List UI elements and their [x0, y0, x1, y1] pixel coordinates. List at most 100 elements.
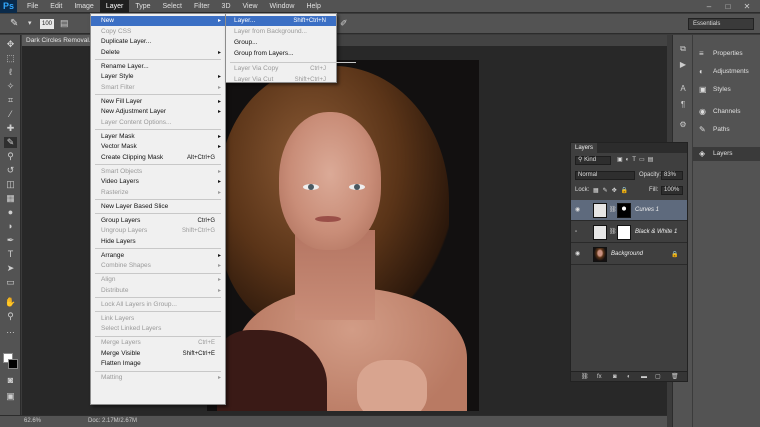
- menu-item-layer-via-cut[interactable]: Layer Via Cut Shift+Ctrl+J: [226, 75, 336, 85]
- close-button[interactable]: ✕: [740, 0, 754, 13]
- eraser-tool-icon[interactable]: ◫: [4, 179, 17, 190]
- adjustment-icon[interactable]: ◐: [627, 372, 631, 382]
- crop-tool-icon[interactable]: ⌗: [4, 95, 17, 106]
- menu-item-layer-style[interactable]: Layer Style ▸: [91, 72, 225, 82]
- workspace-select[interactable]: Essentials: [688, 18, 754, 30]
- new-layer-icon[interactable]: ▢: [655, 372, 661, 382]
- layer-row-background[interactable]: ◉ Background 🔒: [571, 244, 687, 265]
- mask-icon[interactable]: ◙: [613, 372, 617, 382]
- menu-item-rename-layer[interactable]: Rename Layer...: [91, 62, 225, 72]
- lasso-tool-icon[interactable]: ℓ: [4, 67, 17, 78]
- brush-panel-icon[interactable]: ▤: [60, 18, 69, 29]
- menu-filter[interactable]: Filter: [188, 0, 216, 13]
- menu-layer[interactable]: Layer: [99, 0, 130, 13]
- paragraph-icon[interactable]: ¶: [677, 99, 689, 111]
- blend-mode-select[interactable]: Normal: [575, 171, 635, 180]
- menu-item-layer[interactable]: Layer... Shift+Ctrl+N: [226, 16, 336, 26]
- panel-button-properties[interactable]: ≡ Properties: [693, 47, 760, 61]
- path-select-tool-icon[interactable]: ➤: [4, 263, 17, 274]
- tool-presets-icon[interactable]: ⚙: [677, 119, 689, 131]
- gradient-tool-icon[interactable]: ▦: [4, 193, 17, 204]
- menu-item-group[interactable]: Group...: [226, 38, 336, 48]
- menu-item-merge-layers[interactable]: Merge Layers Ctrl+E: [91, 338, 225, 348]
- fx-icon[interactable]: fx: [597, 372, 602, 382]
- menu-item-create-clipping-mask[interactable]: Create Clipping Mask Alt+Ctrl+G: [91, 153, 225, 163]
- visibility-off-icon[interactable]: ▫: [575, 229, 582, 235]
- background-color-swatch[interactable]: [8, 359, 18, 369]
- eyedropper-tool-icon[interactable]: ⁄: [4, 109, 17, 120]
- menu-item-group-from-layers[interactable]: Group from Layers...: [226, 49, 336, 59]
- menu-item-new-adjustment-layer[interactable]: New Adjustment Layer ▸: [91, 107, 225, 117]
- portrait-photo[interactable]: [207, 60, 479, 411]
- screen-mode-icon[interactable]: ▣: [4, 391, 17, 402]
- hand-tool-icon[interactable]: ✋: [4, 297, 17, 308]
- type-tool-icon[interactable]: T: [4, 249, 17, 260]
- menu-item-rasterize[interactable]: Rasterize ▸: [91, 188, 225, 198]
- panel-button-styles[interactable]: ▣ Styles: [693, 83, 760, 97]
- opacity-field[interactable]: 83%: [661, 171, 683, 180]
- panel-button-channels[interactable]: ◉ Channels: [693, 105, 760, 119]
- menu-item-smart-objects[interactable]: Smart Objects ▸: [91, 167, 225, 177]
- marquee-tool-icon[interactable]: ⬚: [4, 53, 17, 64]
- document-tab[interactable]: Dark Circles Removal...: [22, 35, 92, 46]
- clone-stamp-tool-icon[interactable]: ⚲: [4, 151, 17, 162]
- more-tools-icon[interactable]: …: [4, 325, 17, 336]
- menu-file[interactable]: File: [21, 0, 44, 13]
- adjustment-thumbnail-icon[interactable]: [593, 203, 607, 218]
- brush-preset-icon[interactable]: ▾: [28, 19, 32, 27]
- menu-item-merge-visible[interactable]: Merge Visible Shift+Ctrl+E: [91, 349, 225, 359]
- minimize-button[interactable]: –: [702, 0, 716, 13]
- menu-window[interactable]: Window: [264, 0, 301, 13]
- zoom-tool-icon[interactable]: ⚲: [4, 311, 17, 322]
- menu-item-copy-css[interactable]: Copy CSS: [91, 27, 225, 37]
- mask-link-icon[interactable]: ⛓: [609, 206, 617, 213]
- menu-view[interactable]: View: [237, 0, 264, 13]
- layer-name[interactable]: Curves 1: [635, 207, 659, 213]
- menu-item-new[interactable]: New ▸: [91, 16, 225, 26]
- menu-item-distribute[interactable]: Distribute ▸: [91, 286, 225, 296]
- menu-item-lock-all-layers-in-group[interactable]: Lock All Layers in Group...: [91, 300, 225, 310]
- menu-3d[interactable]: 3D: [216, 0, 237, 13]
- menu-item-link-layers[interactable]: Link Layers: [91, 314, 225, 324]
- menu-type[interactable]: Type: [129, 0, 156, 13]
- blur-tool-icon[interactable]: ●: [4, 207, 17, 218]
- menu-item-layer-from-background[interactable]: Layer from Background...: [226, 27, 336, 37]
- layer-mask-thumbnail[interactable]: [617, 225, 631, 240]
- brush-size-field[interactable]: 100: [40, 19, 54, 29]
- menu-item-new-fill-layer[interactable]: New Fill Layer ▸: [91, 97, 225, 107]
- lock-icons[interactable]: ▦✎✥🔒: [593, 187, 632, 194]
- quick-mask-icon[interactable]: ◙: [4, 375, 17, 386]
- menu-item-arrange[interactable]: Arrange ▸: [91, 251, 225, 261]
- history-icon[interactable]: ⧉: [677, 43, 689, 55]
- menu-item-combine-shapes[interactable]: Combine Shapes ▸: [91, 261, 225, 271]
- menu-help[interactable]: Help: [300, 0, 326, 13]
- menu-select[interactable]: Select: [157, 0, 188, 13]
- menu-item-duplicate-layer[interactable]: Duplicate Layer...: [91, 37, 225, 47]
- menu-item-hide-layers[interactable]: Hide Layers: [91, 237, 225, 247]
- healing-brush-tool-icon[interactable]: ✚: [4, 123, 17, 134]
- menu-item-layer-mask[interactable]: Layer Mask ▸: [91, 132, 225, 142]
- link-icon[interactable]: ⛓: [581, 372, 589, 382]
- menu-item-select-linked-layers[interactable]: Select Linked Layers: [91, 324, 225, 334]
- mask-link-icon[interactable]: ⛓: [609, 228, 617, 235]
- layers-tab[interactable]: Layers: [571, 143, 598, 153]
- menu-item-new-layer-based-slice[interactable]: New Layer Based Slice: [91, 202, 225, 212]
- adjustment-thumbnail-icon[interactable]: [593, 225, 607, 240]
- airbrush-icon[interactable]: ✐: [340, 18, 348, 29]
- panel-button-layers[interactable]: ◈ Layers: [693, 147, 760, 161]
- panel-button-paths[interactable]: ✎ Paths: [693, 123, 760, 137]
- history-brush-tool-icon[interactable]: ↺: [4, 165, 17, 176]
- zoom-level[interactable]: 62.6%: [24, 416, 41, 427]
- shape-tool-icon[interactable]: ▭: [4, 277, 17, 288]
- menu-item-matting[interactable]: Matting ▸: [91, 373, 225, 383]
- brush-tool-icon[interactable]: ✎: [4, 137, 17, 148]
- menu-edit[interactable]: Edit: [44, 0, 68, 13]
- restore-button[interactable]: □: [721, 0, 735, 13]
- trash-icon[interactable]: 🗑: [671, 372, 679, 382]
- menu-item-align[interactable]: Align ▸: [91, 275, 225, 285]
- fill-field[interactable]: 100%: [661, 186, 683, 195]
- character-icon[interactable]: A: [677, 83, 689, 95]
- layer-mask-thumbnail[interactable]: [617, 203, 631, 218]
- layer-name[interactable]: Background: [611, 251, 643, 257]
- visibility-eye-icon[interactable]: ◉: [575, 207, 582, 213]
